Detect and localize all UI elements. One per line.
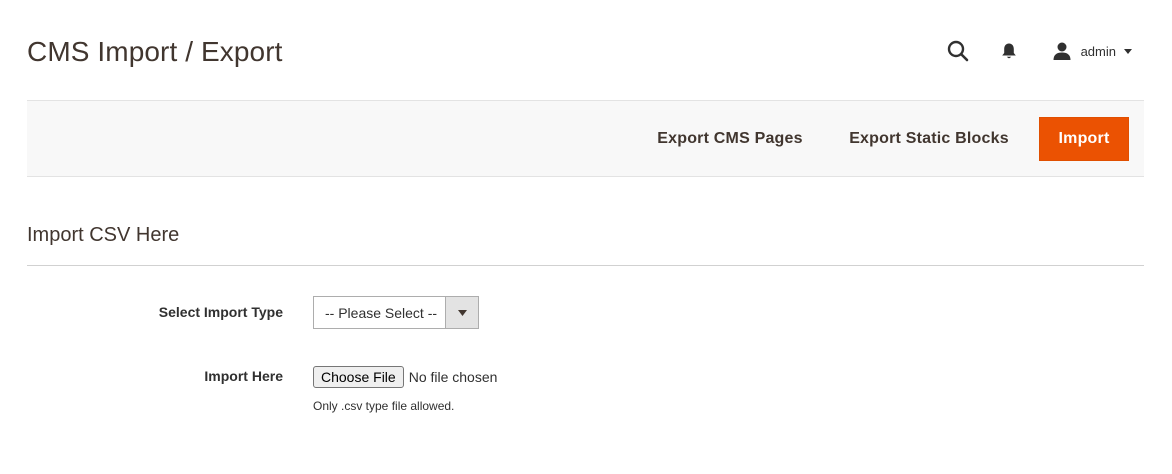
import-file-label: Import Here [204, 368, 283, 384]
header-actions: admin [945, 38, 1132, 64]
select-arrow[interactable] [445, 297, 478, 328]
section-divider [27, 265, 1144, 266]
search-button[interactable] [945, 38, 971, 64]
export-cms-pages-button[interactable]: Export CMS Pages [643, 117, 817, 161]
import-button[interactable]: Import [1039, 117, 1129, 161]
user-menu[interactable]: admin [1052, 38, 1132, 64]
section-title: Import CSV Here [27, 224, 180, 246]
import-type-label: Select Import Type [158, 304, 283, 320]
notifications-button[interactable] [996, 38, 1022, 64]
export-static-blocks-button[interactable]: Export Static Blocks [835, 117, 1023, 161]
caret-down-icon [1124, 48, 1132, 54]
file-type-note: Only .csv type file allowed. [313, 399, 455, 413]
import-type-selected-value: -- Please Select -- [325, 304, 438, 321]
choose-file-button[interactable]: Choose File [313, 366, 404, 388]
search-icon [947, 40, 968, 62]
file-status: No file chosen [408, 369, 498, 385]
chevron-down-icon [457, 309, 467, 316]
user-icon [1052, 41, 1072, 61]
import-type-select[interactable]: -- Please Select -- [313, 296, 479, 329]
file-input: Choose File No file chosen [313, 366, 497, 388]
bell-icon [1001, 43, 1016, 59]
user-name: admin [1080, 43, 1116, 59]
page-actions-bar: Export CMS Pages Export Static Blocks Im… [27, 100, 1144, 177]
page-title: CMS Import / Export [27, 36, 283, 67]
